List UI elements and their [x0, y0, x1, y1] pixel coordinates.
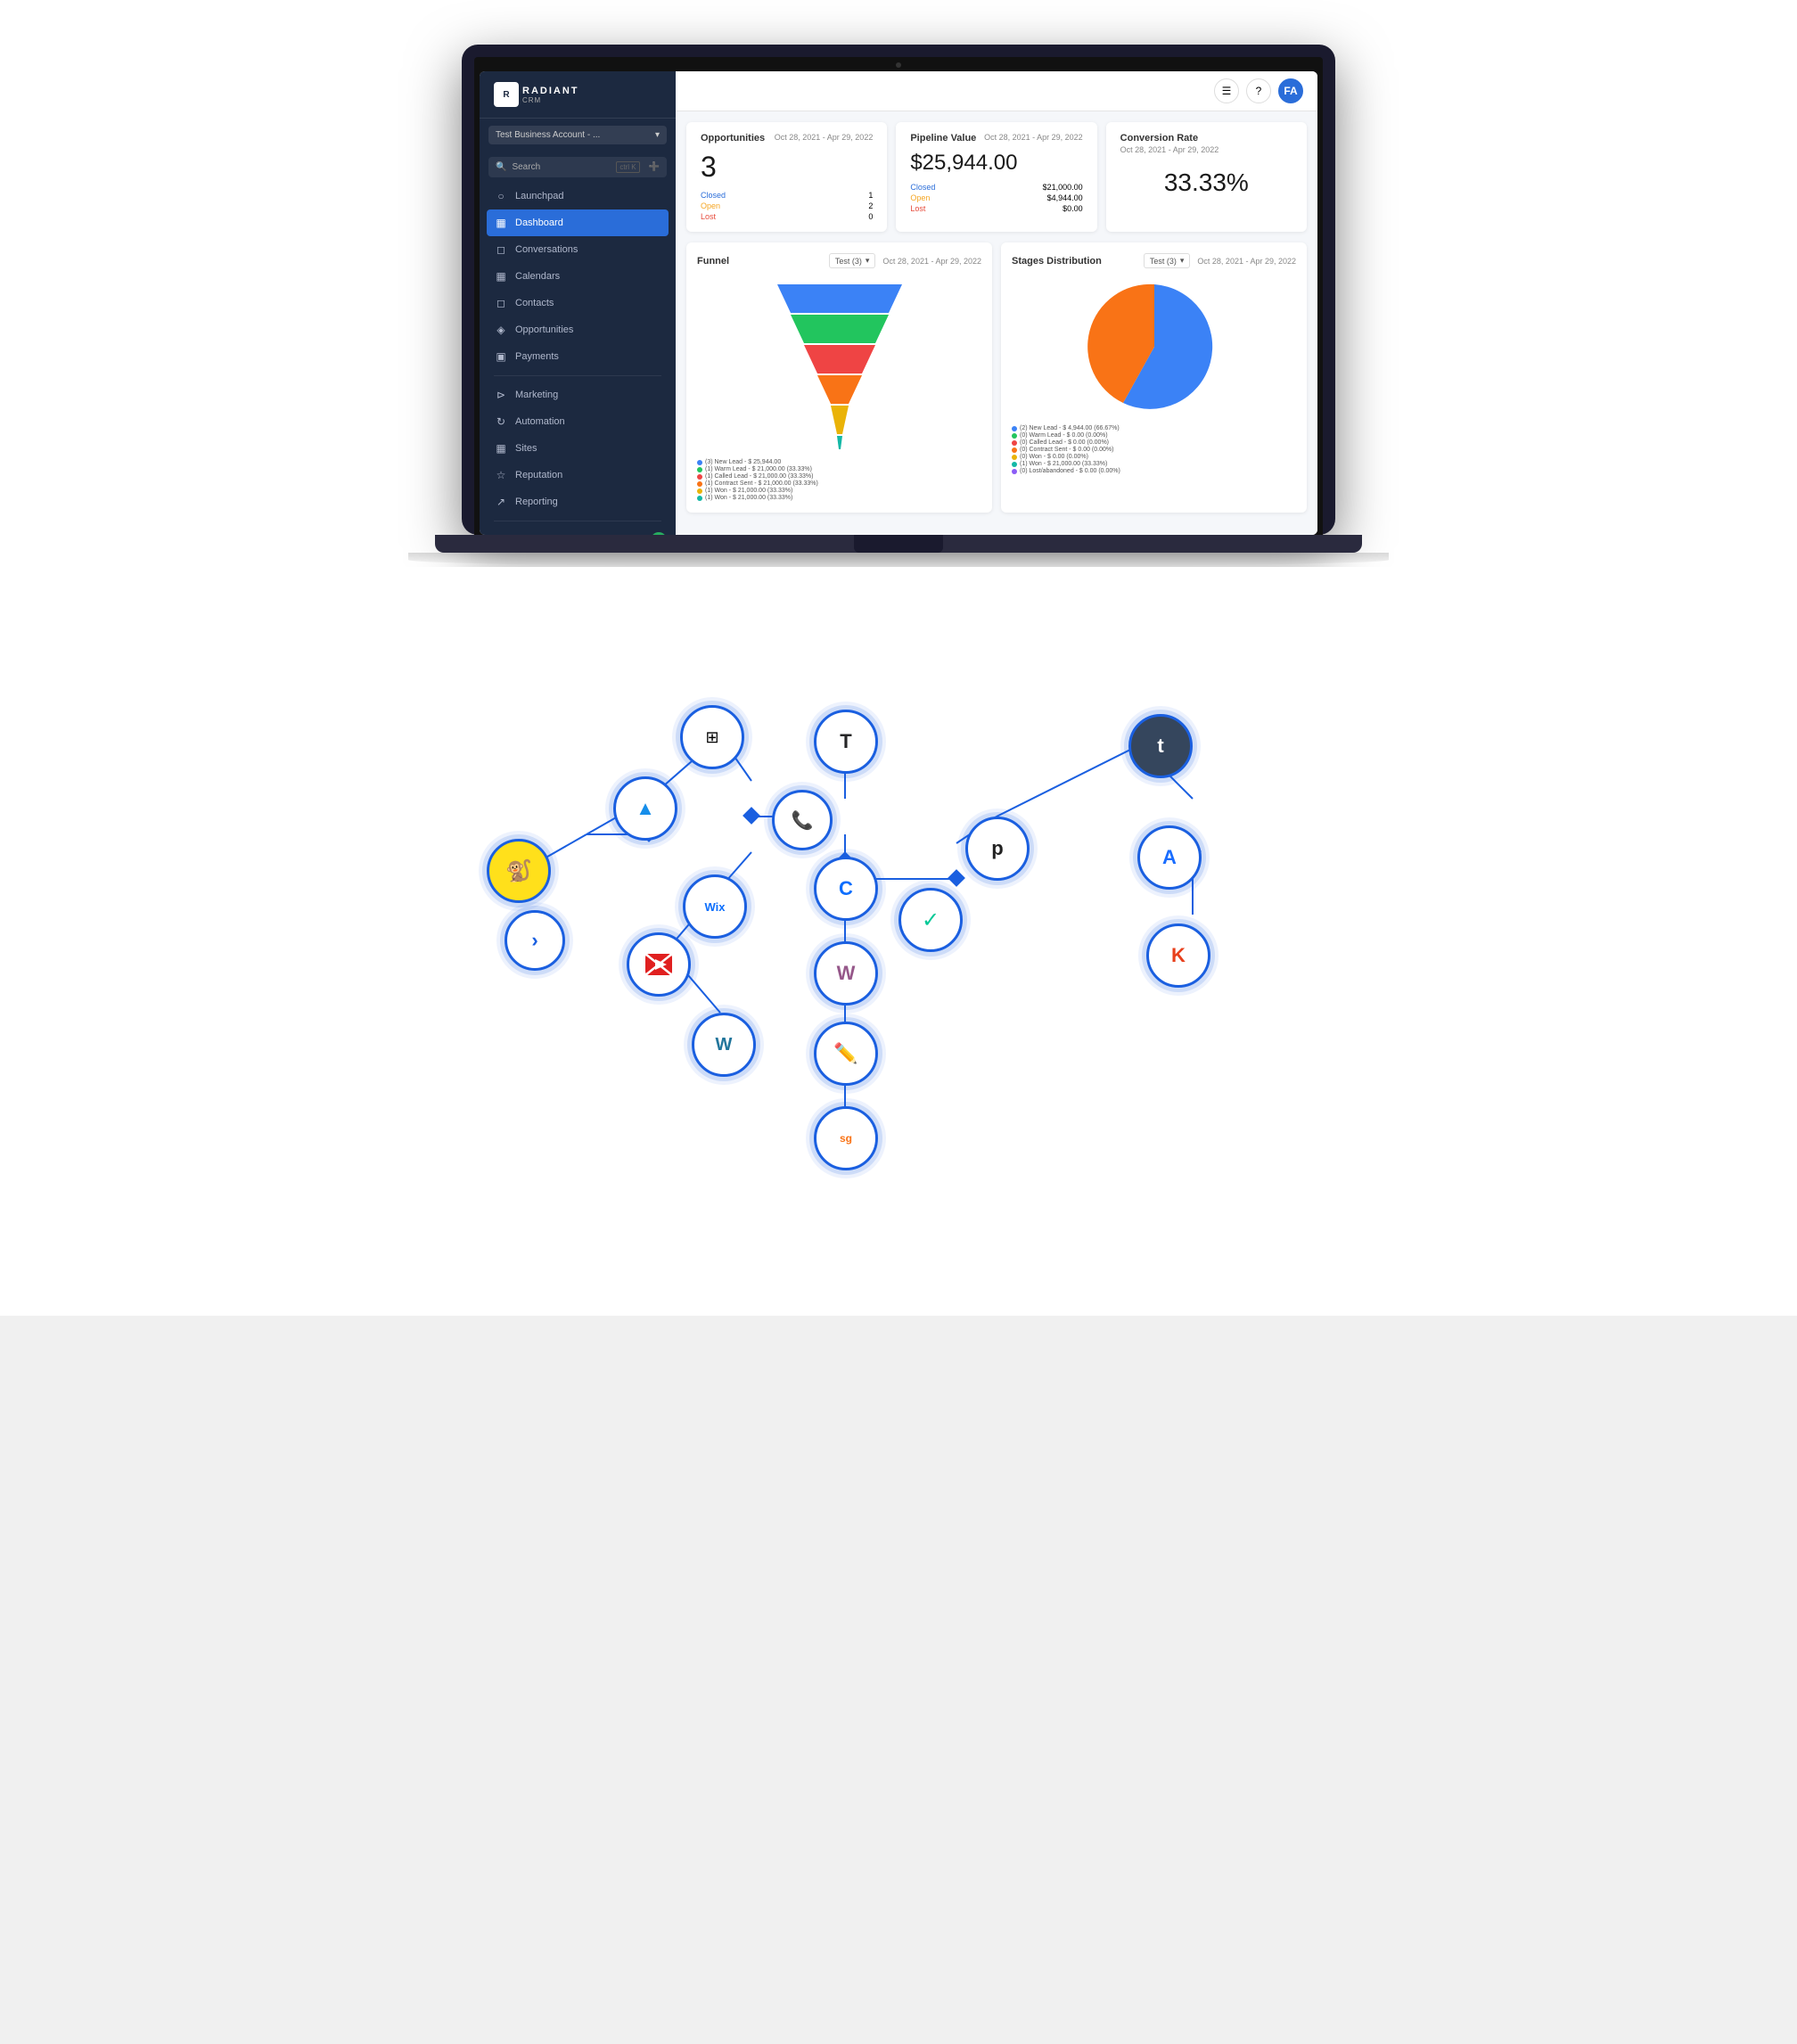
- metric-card-opportunities: Opportunities Oct 28, 2021 - Apr 29, 202…: [686, 122, 887, 232]
- node-woocommerce[interactable]: W: [814, 941, 878, 1006]
- search-plus-icon[interactable]: ➕: [649, 162, 660, 172]
- calendars-icon: ▦: [494, 270, 508, 283]
- sidebar-item-label: Marketing: [515, 390, 558, 400]
- laptop-notch: [854, 535, 943, 553]
- sidebar-item-label: Reputation: [515, 470, 562, 480]
- funnel-legend: (3) New Lead - $ 25,944.00 (1) Warm Lead…: [697, 459, 981, 501]
- node-mailchimp[interactable]: 🐒: [487, 839, 551, 903]
- launchpad-icon: ○: [494, 190, 508, 202]
- charts-row: Funnel Test (3) ▾ Oct 28, 2021 - Apr 29,…: [676, 242, 1317, 523]
- sidebar-nav: ○ Launchpad ▦ Dashboard ◻ Conversations: [480, 183, 676, 515]
- node-squarespace[interactable]: ⊞: [680, 705, 744, 769]
- node-buffer[interactable]: ▲: [613, 776, 677, 841]
- payments-icon: ▣: [494, 350, 508, 363]
- sidebar-logo: R RADIANT CRM: [480, 71, 676, 119]
- conversations-icon: ◻: [494, 243, 508, 256]
- sites-icon: ▦: [494, 442, 508, 455]
- contacts-icon: ◻: [494, 297, 508, 309]
- logo-subtext: CRM: [522, 96, 579, 104]
- metric-card-conversion: Conversion Rate Oct 28, 2021 - Apr 29, 2…: [1106, 122, 1307, 232]
- node-clio[interactable]: C: [814, 857, 878, 921]
- node-sendgrid[interactable]: sg: [814, 1106, 878, 1170]
- integration-network: T 📞 C W ✏️ sg ⊞ ▲: [408, 603, 1389, 1227]
- laptop-screen: R RADIANT CRM Test Business Account - ..…: [480, 71, 1317, 535]
- sidebar: R RADIANT CRM Test Business Account - ..…: [480, 71, 676, 535]
- logo-icon: R: [503, 90, 509, 100]
- chart-funnel: Funnel Test (3) ▾ Oct 28, 2021 - Apr 29,…: [686, 242, 992, 513]
- sidebar-item-reputation[interactable]: ☆ Reputation: [480, 462, 676, 488]
- metric-card-pipeline: Pipeline Value Oct 28, 2021 - Apr 29, 20…: [896, 122, 1096, 232]
- search-bar[interactable]: 🔍 Search ctrl K ➕: [488, 157, 667, 177]
- sidebar-item-label: Launchpad: [515, 191, 563, 201]
- search-label: Search: [512, 162, 540, 172]
- sidebar-item-label: Contacts: [515, 298, 554, 308]
- sidebar-item-reporting[interactable]: ↗ Reporting: [480, 488, 676, 515]
- node-agora[interactable]: A: [1137, 825, 1202, 890]
- node-checkmark[interactable]: ✓: [898, 888, 963, 952]
- sidebar-item-sites[interactable]: ▦ Sites: [480, 435, 676, 462]
- search-icon: 🔍: [496, 162, 506, 172]
- nav-divider: [494, 375, 661, 376]
- laptop-frame: R RADIANT CRM Test Business Account - ..…: [462, 45, 1335, 535]
- reputation-icon: ☆: [494, 469, 508, 481]
- node-forward[interactable]: ›: [505, 910, 565, 971]
- node-tumblr[interactable]: t: [1128, 714, 1193, 778]
- sidebar-item-label: Dashboard: [515, 218, 563, 228]
- sidebar-item-contacts[interactable]: ◻ Contacts: [480, 290, 676, 316]
- avatar-button[interactable]: FA: [1278, 78, 1303, 103]
- sidebar-item-conversations[interactable]: ◻ Conversations: [480, 236, 676, 263]
- sidebar-item-marketing[interactable]: ⊳ Marketing: [480, 382, 676, 408]
- sidebar-item-automation[interactable]: ↻ Automation: [480, 408, 676, 435]
- sidebar-item-calendars[interactable]: ▦ Calendars: [480, 263, 676, 290]
- funnel-svg: [759, 275, 920, 454]
- integration-section: T 📞 C W ✏️ sg ⊞ ▲: [0, 567, 1797, 1316]
- help-button[interactable]: ?: [1246, 78, 1271, 103]
- sidebar-bottom: ⚙ Settings ✓: [480, 515, 676, 535]
- account-selector[interactable]: Test Business Account - ... ▾: [488, 126, 667, 144]
- pie-svg: [1083, 275, 1226, 418]
- chevron-down-icon: ▾: [655, 130, 660, 140]
- sidebar-item-launchpad[interactable]: ○ Launchpad: [480, 183, 676, 209]
- logo-text: RADIANT: [522, 86, 579, 96]
- sidebar-item-label: Automation: [515, 416, 565, 427]
- account-name: Test Business Account - ...: [496, 130, 600, 140]
- metrics-grid: Opportunities Oct 28, 2021 - Apr 29, 202…: [676, 111, 1317, 242]
- node-wordpress[interactable]: W: [692, 1013, 756, 1077]
- opportunities-icon: ◈: [494, 324, 508, 336]
- node-ringy[interactable]: 📞: [772, 790, 833, 850]
- sidebar-item-label: Reporting: [515, 497, 558, 507]
- node-typeform[interactable]: T: [814, 710, 878, 774]
- sidebar-item-label: Sites: [515, 443, 537, 454]
- sidebar-item-label: Calendars: [515, 271, 560, 282]
- sidebar-item-label: Opportunities: [515, 324, 573, 335]
- node-x-video[interactable]: [627, 932, 691, 997]
- node-kartra[interactable]: K: [1146, 923, 1210, 988]
- funnel-filter[interactable]: Test (3) ▾: [829, 253, 876, 268]
- node-peerspace[interactable]: p: [965, 817, 1030, 881]
- marketing-icon: ⊳: [494, 389, 508, 401]
- chart-stages: Stages Distribution Test (3) ▾ Oct 28, 2…: [1001, 242, 1307, 513]
- menu-button[interactable]: ☰: [1214, 78, 1239, 103]
- sidebar-item-settings[interactable]: ⚙ Settings ✓: [480, 527, 676, 535]
- laptop-section: R RADIANT CRM Test Business Account - ..…: [0, 0, 1797, 567]
- sidebar-item-payments[interactable]: ▣ Payments: [480, 343, 676, 370]
- chevron-down-icon: ▾: [1180, 256, 1185, 266]
- top-bar: ☰ ? FA: [676, 71, 1317, 111]
- dashboard-icon: ▦: [494, 217, 508, 229]
- sidebar-item-label: Payments: [515, 351, 559, 362]
- pie-legend: (2) New Lead - $ 4,944.00 (66.67%) (0) W…: [1012, 425, 1296, 474]
- sidebar-item-dashboard[interactable]: ▦ Dashboard: [487, 209, 669, 236]
- search-shortcut: ctrl K: [616, 161, 639, 173]
- laptop-reflection: [408, 553, 1389, 567]
- automation-icon: ↻: [494, 415, 508, 428]
- laptop-base: [435, 535, 1362, 553]
- stages-filter[interactable]: Test (3) ▾: [1144, 253, 1191, 268]
- node-design-tool[interactable]: ✏️: [814, 1022, 878, 1086]
- main-content: ☰ ? FA Opportunities Oct 28, 2021 - Apr …: [676, 71, 1317, 535]
- node-wix[interactable]: Wix: [683, 874, 747, 939]
- chevron-down-icon: ▾: [866, 256, 870, 266]
- sidebar-item-label: Conversations: [515, 244, 578, 255]
- sidebar-item-opportunities[interactable]: ◈ Opportunities: [480, 316, 676, 343]
- reporting-icon: ↗: [494, 496, 508, 508]
